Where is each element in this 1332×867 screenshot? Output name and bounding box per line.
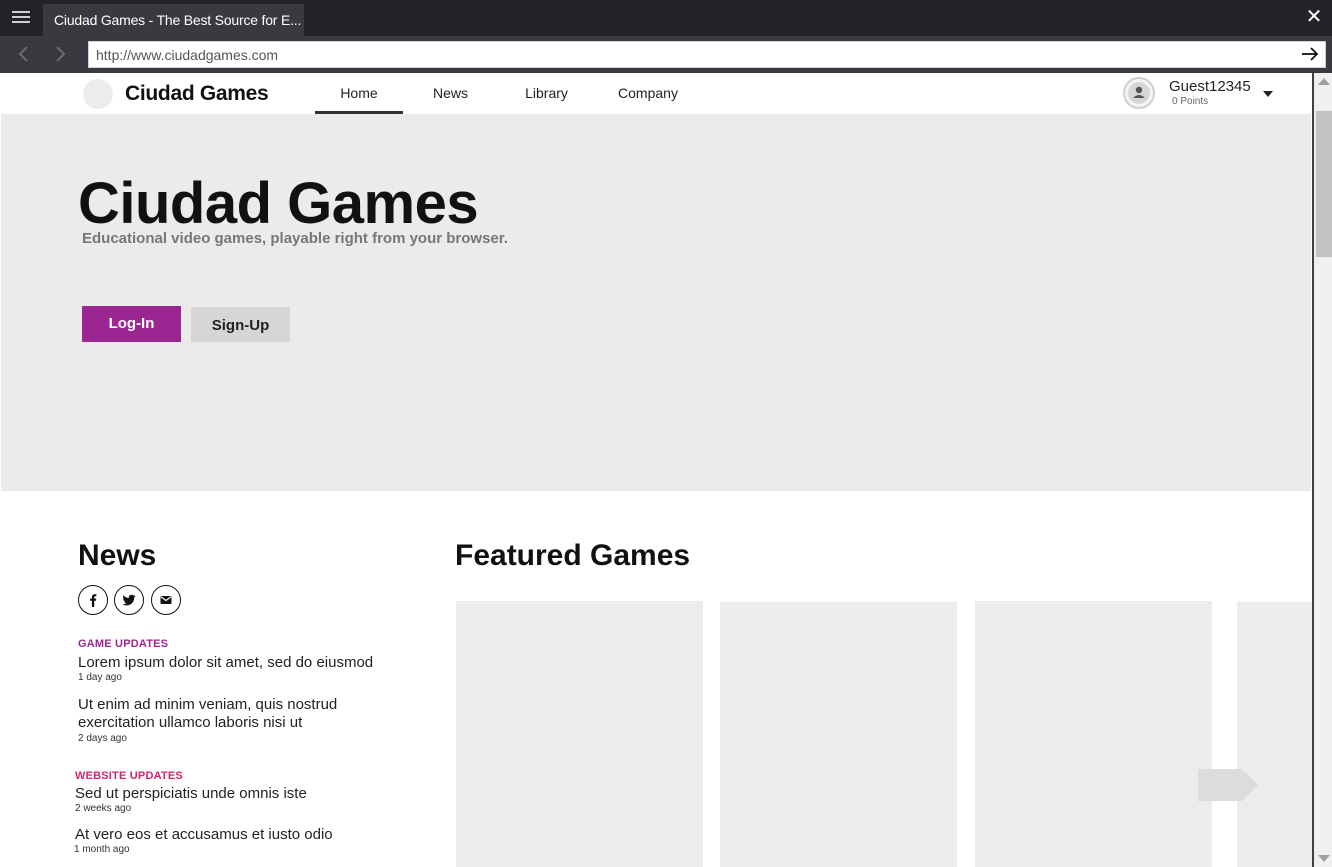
news-heading: News	[78, 539, 157, 572]
news-item-time: 2 days ago	[78, 733, 127, 744]
login-button[interactable]: Log-In	[82, 306, 181, 342]
browser-tab[interactable]: Ciudad Games - The Best Source for E...	[43, 4, 304, 36]
facebook-icon[interactable]	[78, 585, 108, 615]
site-nav: Home News Library Company	[315, 73, 701, 114]
twitter-icon[interactable]	[114, 585, 144, 615]
url-input[interactable]	[96, 42, 1286, 67]
user-points: 0 Points	[1172, 96, 1209, 107]
nav-company[interactable]: Company	[595, 73, 701, 114]
game-card[interactable]	[1237, 602, 1312, 867]
browser-navbar	[0, 36, 1332, 73]
forward-arrow-icon[interactable]	[48, 42, 72, 66]
close-icon[interactable]: ✕	[1304, 6, 1324, 28]
address-bar	[88, 41, 1326, 68]
news-category-website-updates[interactable]: WEBSITE UPDATES	[75, 770, 183, 782]
news-item-title[interactable]: At vero eos et accusamus et iusto odio	[75, 826, 405, 844]
news-item-time: 1 day ago	[78, 672, 122, 683]
scroll-up-arrow-icon[interactable]	[1318, 78, 1330, 85]
scrollbar-thumb[interactable]	[1316, 111, 1332, 257]
game-card[interactable]	[720, 602, 957, 867]
site-header: Ciudad Games Home News Library Company G…	[0, 73, 1312, 114]
featured-games-heading: Featured Games	[455, 539, 691, 572]
news-item-time: 2 weeks ago	[75, 803, 132, 814]
page-viewport: Ciudad Games Home News Library Company G…	[0, 73, 1332, 867]
game-card[interactable]	[975, 601, 1212, 867]
user-menu-caret-icon[interactable]	[1263, 91, 1273, 97]
user-name[interactable]: Guest12345	[1169, 78, 1251, 95]
page-scrollbar[interactable]	[1312, 73, 1332, 867]
news-item-title[interactable]: Sed ut perspiciatis unde omnis iste	[75, 785, 405, 803]
news-item-title[interactable]: Ut enim ad minim veniam, quis nostrud ex…	[78, 696, 378, 732]
site-logo[interactable]	[83, 79, 113, 109]
news-item-title[interactable]: Lorem ipsum dolor sit amet, sed do eiusm…	[78, 654, 408, 672]
nav-home[interactable]: Home	[315, 73, 403, 114]
hero-title: Ciudad Games	[78, 171, 479, 236]
back-arrow-icon[interactable]	[12, 42, 36, 66]
hamburger-menu-icon[interactable]	[10, 8, 32, 28]
news-category-game-updates[interactable]: GAME UPDATES	[78, 638, 168, 650]
hero-subtitle: Educational video games, playable right …	[82, 230, 508, 247]
signup-button[interactable]: Sign-Up	[191, 307, 290, 342]
game-card[interactable]	[456, 601, 703, 867]
nav-news[interactable]: News	[403, 73, 498, 114]
go-arrow-icon[interactable]	[1299, 43, 1321, 65]
browser-titlebar: Ciudad Games - The Best Source for E... …	[0, 0, 1332, 36]
scroll-down-arrow-icon[interactable]	[1318, 855, 1330, 862]
mail-icon[interactable]	[151, 585, 181, 615]
news-item-time: 1 month ago	[74, 844, 130, 855]
site-brand[interactable]: Ciudad Games	[125, 82, 269, 106]
nav-library[interactable]: Library	[498, 73, 595, 114]
user-avatar-icon[interactable]	[1123, 77, 1155, 109]
carousel-next-arrow-icon[interactable]	[1198, 769, 1258, 801]
